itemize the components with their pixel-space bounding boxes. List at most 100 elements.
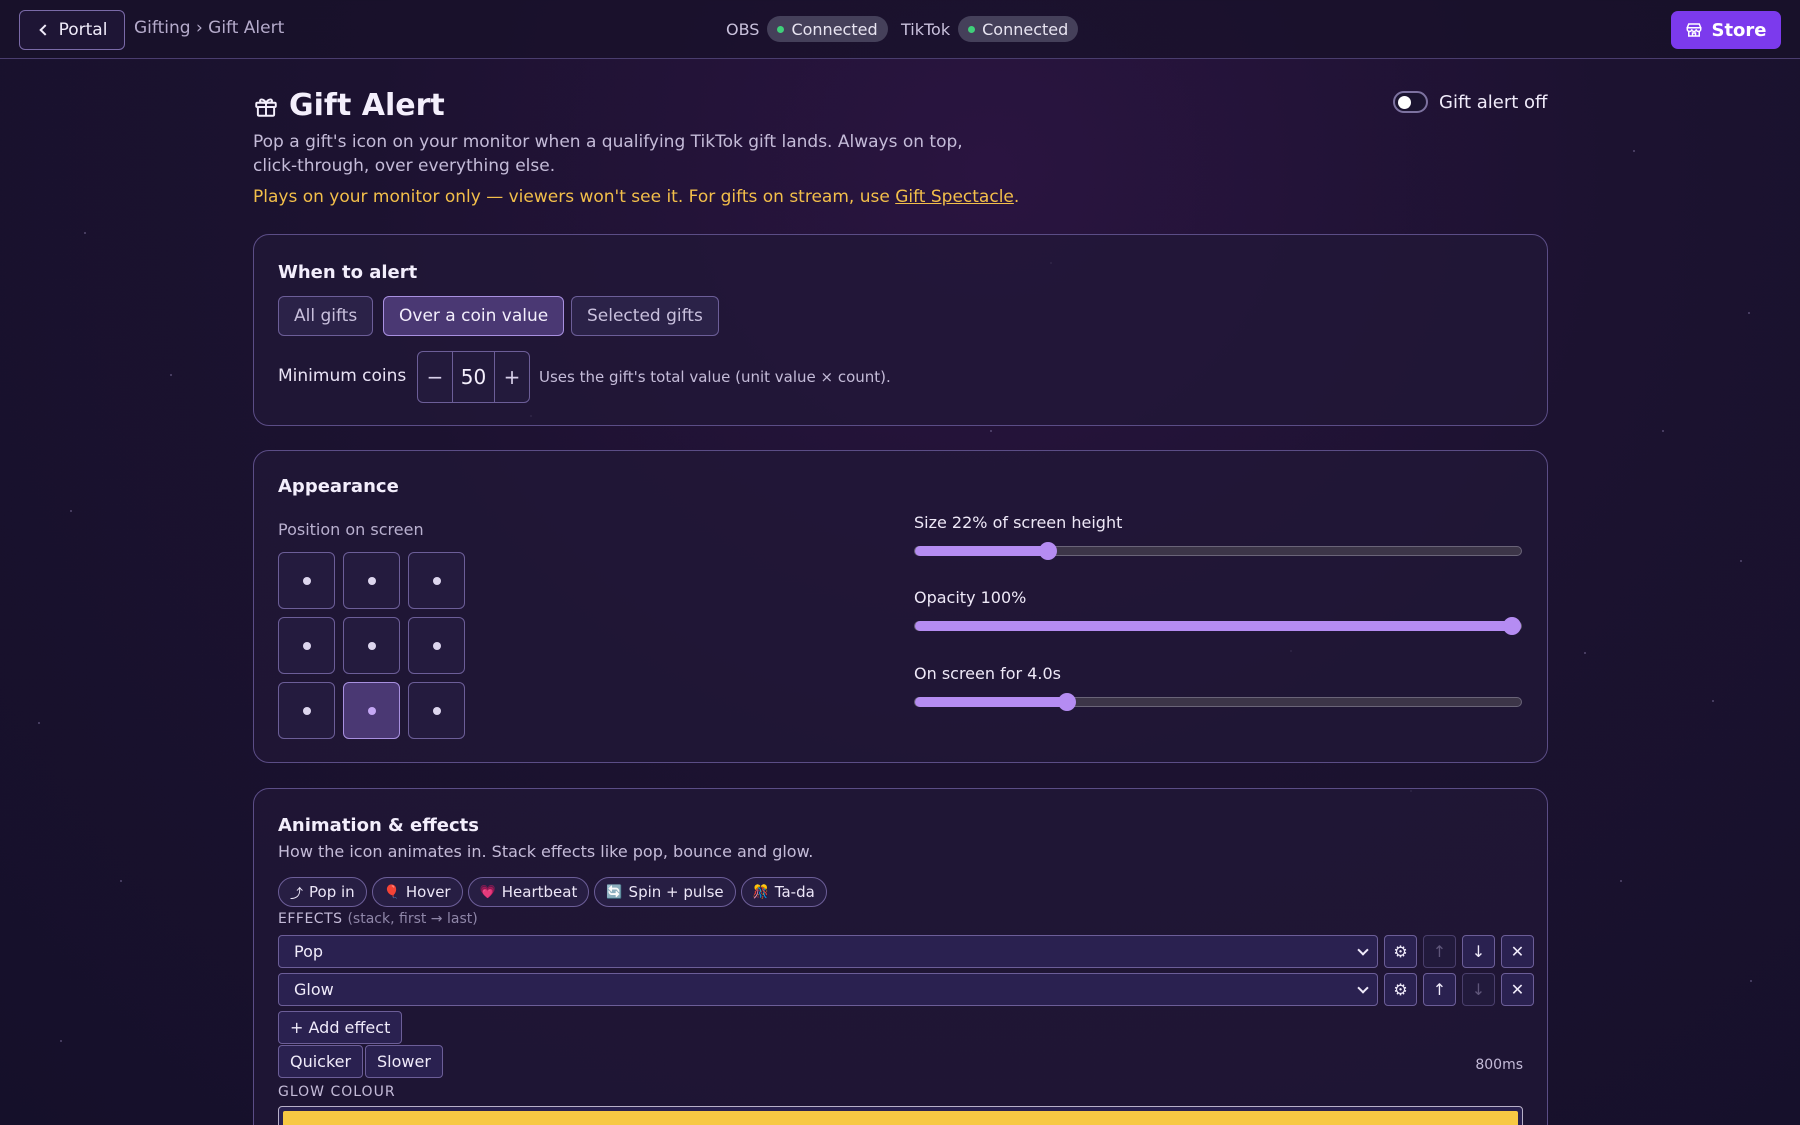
appearance-card: Appearance Position on screen Size 22% o… [253,450,1548,763]
confetti-icon: 🎊 [752,884,769,900]
tiktok-status: TikTok Connected [901,16,1079,42]
position-grid [278,552,465,739]
glow-colour-picker[interactable] [278,1106,1523,1125]
remove-effect-button[interactable]: ✕ [1501,973,1534,1006]
decrement-button[interactable]: − [418,352,452,402]
position-middle-right[interactable] [408,617,465,674]
toggle-label: Gift alert off [1439,91,1548,113]
store-label: Store [1711,19,1767,41]
effect-settings-button[interactable]: ⚙ [1384,935,1417,968]
page-description: Pop a gift's icon on your monitor when a… [253,132,963,176]
preset-heartbeat[interactable]: 💗 Heartbeat [467,877,590,907]
tiktok-label: TikTok [901,19,951,39]
slider-thumb[interactable] [1057,693,1076,711]
minimum-coins-stepper: − 50 + [417,351,530,403]
position-middle-left[interactable] [278,617,335,674]
slider-thumb[interactable] [1039,542,1058,560]
increment-button[interactable]: + [495,352,529,402]
opacity-slider-label: Opacity 100% [914,588,1027,607]
effect-select[interactable]: Pop [278,935,1378,968]
star-decoration [1633,150,1635,152]
position-center[interactable] [343,617,400,674]
obs-status: OBS Connected [726,16,888,42]
page-heading: Gift Alert [289,88,445,123]
effect-select-value: Glow [294,980,334,999]
animation-effects-card: Animation & effects How the icon animate… [253,788,1548,1125]
animation-duration: 800ms [1475,1057,1523,1073]
star-decoration [120,880,122,882]
position-bottom-left[interactable] [278,682,335,739]
position-dot-icon [302,641,311,650]
preset-pop-in[interactable]: ⤴ Pop in [278,877,367,907]
position-dot-icon [302,706,311,715]
add-effect-button[interactable]: + Add effect [278,1011,403,1044]
effect-select-value: Pop [294,942,324,961]
when-to-alert-heading: When to alert [278,262,418,283]
position-top-center[interactable] [343,552,400,609]
animation-heading: Animation & effects [278,815,479,836]
position-dot-icon [432,706,441,715]
star-decoration [1620,880,1622,882]
position-label: Position on screen [278,520,424,539]
opacity-slider-block: Opacity 100% [914,588,1522,635]
mode-selected-gifts[interactable]: Selected gifts [571,296,719,336]
gift-alert-toggle[interactable]: Gift alert off [1393,91,1547,113]
effect-select[interactable]: Glow [278,973,1378,1006]
toggle-switch[interactable] [1393,91,1428,113]
star-decoration [170,374,172,376]
preset-label: Hover [405,883,451,901]
size-slider-label: Size 22% of screen height [914,513,1123,532]
position-dot-icon [367,576,376,585]
connected-dot-icon [968,25,976,33]
store-button[interactable]: Store [1671,11,1781,49]
opacity-slider[interactable] [914,617,1522,635]
move-down-button[interactable]: ↓ [1462,973,1495,1006]
obs-label: OBS [726,19,760,39]
duration-slider[interactable] [914,693,1522,711]
star-decoration [1750,980,1752,982]
tiktok-status-badge: Connected [958,16,1079,42]
mode-all-gifts[interactable]: All gifts [278,296,374,336]
move-up-button[interactable]: ↑ [1423,973,1456,1006]
gift-icon [255,97,277,117]
refresh-icon: 🔄 [606,884,623,900]
position-top-right[interactable] [408,552,465,609]
mode-over-coin-value[interactable]: Over a coin value [383,296,565,336]
duration-slider-block: On screen for 4.0s [914,664,1522,711]
slower-button[interactable]: Slower [365,1045,443,1078]
star-decoration [70,510,72,512]
page-title: Gift Alert [253,88,445,123]
position-dot-icon [432,641,441,650]
heart-icon: 💗 [479,884,496,900]
move-up-button[interactable]: ↑ [1423,935,1456,968]
position-top-left[interactable] [278,552,335,609]
position-bottom-right[interactable] [408,682,465,739]
preset-label: Spin + pulse [628,883,724,901]
portal-back-button[interactable]: Portal [19,10,125,50]
star-decoration [1712,700,1714,702]
preset-label: Pop in [309,883,355,901]
star-decoration [990,430,992,432]
move-down-button[interactable]: ↓ [1462,935,1495,968]
obs-status-text: Connected [791,19,878,39]
remove-effect-button[interactable]: ✕ [1501,935,1534,968]
position-dot-icon [432,576,441,585]
star-decoration [1584,652,1586,654]
appearance-heading: Appearance [278,476,399,497]
preset-spin-pulse[interactable]: 🔄 Spin + pulse [594,877,736,907]
glow-colour-label: GLOW COLOUR [278,1084,396,1100]
effect-settings-button[interactable]: ⚙ [1384,973,1417,1006]
preset-hover[interactable]: 🎈 Hover [371,877,463,907]
size-slider[interactable] [914,542,1522,560]
size-slider-block: Size 22% of screen height [914,513,1522,560]
quicker-button[interactable]: Quicker [278,1045,364,1078]
minimum-coins-value[interactable]: 50 [452,352,495,402]
gift-spectacle-link[interactable]: Gift Spectacle [895,187,1014,207]
duration-slider-label: On screen for 4.0s [914,664,1061,683]
preset-ta-da[interactable]: 🎊 Ta-da [740,877,827,907]
effect-row: Pop ⚙ ↑ ↓ ✕ [278,935,1534,968]
position-bottom-center[interactable] [343,682,400,739]
chevron-down-icon [1357,943,1369,956]
warning-suffix: . [1013,187,1020,207]
slider-thumb[interactable] [1503,617,1521,635]
